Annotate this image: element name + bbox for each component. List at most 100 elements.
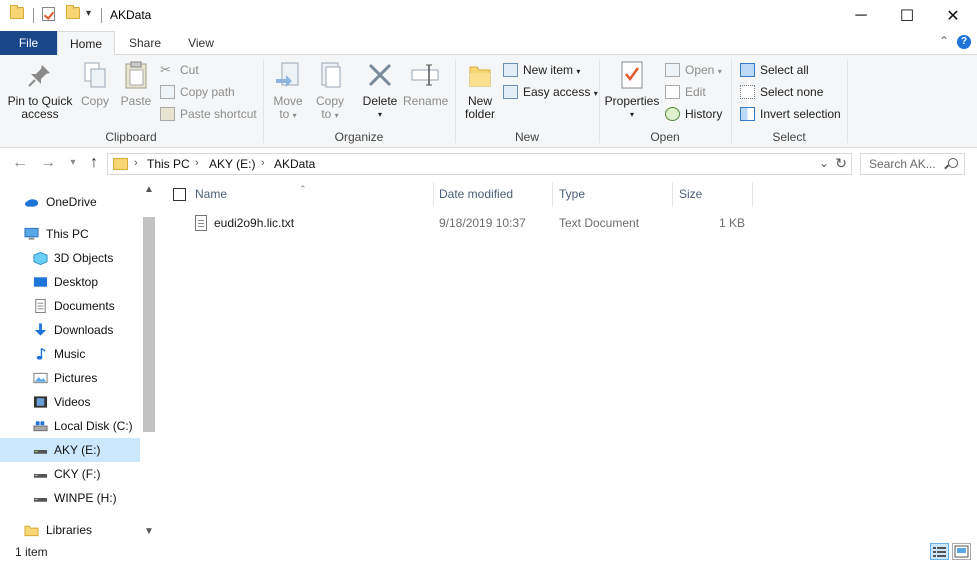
address-dropdown-chevron-icon[interactable]: ⌄ bbox=[819, 156, 829, 170]
large-icons-view-icon[interactable] bbox=[952, 543, 971, 560]
column-divider[interactable] bbox=[752, 182, 753, 207]
separator bbox=[33, 8, 34, 23]
properties-button[interactable]: Properties ▾ bbox=[604, 59, 660, 121]
copy-button[interactable]: Copy bbox=[78, 59, 112, 108]
address-bar[interactable]: › This PC › AKY (E:) › AKData ⌄ ↻ bbox=[107, 153, 852, 175]
minimize-button[interactable]: ─ bbox=[838, 0, 884, 31]
invert-selection-button[interactable]: Invert selection bbox=[740, 105, 841, 123]
scroll-down-arrow-icon[interactable]: ▼ bbox=[141, 526, 157, 537]
navigation-scrollbar[interactable]: ▲ ▼ bbox=[141, 180, 157, 540]
easy-access-label: Easy access bbox=[523, 85, 591, 99]
select-all-checkbox[interactable] bbox=[173, 188, 186, 201]
sidebar-item-this-pc[interactable]: This PC bbox=[0, 222, 140, 246]
column-divider[interactable] bbox=[433, 182, 434, 207]
sidebar-item-downloads[interactable]: Downloads bbox=[0, 318, 140, 342]
column-header-size[interactable]: Size bbox=[679, 186, 702, 202]
group-label-select: Select bbox=[772, 130, 806, 144]
move-to-icon bbox=[272, 59, 304, 91]
forward-arrow-icon[interactable]: → bbox=[38, 154, 58, 172]
drive-icon bbox=[33, 450, 48, 454]
libraries-icon bbox=[24, 525, 39, 537]
delete-label: Delete bbox=[362, 94, 398, 108]
sidebar-item-aky-e[interactable]: AKY (E:) bbox=[0, 438, 140, 462]
sidebar-item-videos[interactable]: Videos bbox=[0, 390, 140, 414]
ribbon-tabs: File Home Share View ⌃ ? bbox=[0, 31, 977, 56]
copy-icon bbox=[79, 59, 111, 91]
sidebar-item-cky-f[interactable]: CKY (F:) bbox=[0, 462, 140, 486]
collapse-ribbon-icon[interactable]: ⌃ bbox=[939, 34, 949, 48]
scrollbar-thumb[interactable] bbox=[143, 217, 155, 432]
tab-file[interactable]: File bbox=[0, 31, 57, 55]
music-icon bbox=[36, 347, 46, 360]
open-button[interactable]: Open ▾ bbox=[665, 61, 722, 79]
breadcrumb-chevron-icon[interactable]: › bbox=[261, 157, 265, 169]
breadcrumb-aky-e[interactable]: AKY (E:) bbox=[209, 157, 255, 171]
sidebar-item-pictures[interactable]: Pictures bbox=[0, 366, 140, 390]
download-icon bbox=[34, 323, 47, 336]
tab-home[interactable]: Home bbox=[57, 31, 115, 56]
column-header-name[interactable]: Name ⌃ bbox=[195, 184, 307, 202]
group-label-clipboard: Clipboard bbox=[105, 130, 157, 144]
refresh-icon[interactable]: ↻ bbox=[835, 155, 847, 172]
column-header-date-modified[interactable]: Date modified bbox=[439, 186, 513, 202]
new-item-button[interactable]: New item ▾ bbox=[503, 61, 580, 79]
cube-icon bbox=[33, 251, 48, 265]
select-none-label: Select none bbox=[760, 85, 824, 99]
breadcrumb-chevron-icon[interactable]: › bbox=[134, 157, 138, 169]
column-header-type[interactable]: Type bbox=[559, 186, 585, 202]
delete-button[interactable]: Delete ▾ bbox=[360, 59, 400, 121]
breadcrumb-akdata[interactable]: AKData bbox=[274, 157, 315, 171]
sidebar-item-documents[interactable]: Documents bbox=[0, 294, 140, 318]
search-box[interactable]: Search AK... bbox=[860, 153, 965, 175]
select-all-button[interactable]: Select all bbox=[740, 61, 809, 79]
cut-button[interactable]: ✂ Cut bbox=[160, 61, 199, 79]
recent-locations-chevron-icon[interactable]: ▾ bbox=[63, 157, 83, 168]
sidebar-item-local-disk-c[interactable]: Local Disk (C:) bbox=[0, 414, 140, 438]
sidebar-item-libraries[interactable]: Libraries bbox=[0, 518, 140, 542]
maximize-button[interactable]: ☐ bbox=[884, 0, 930, 31]
sidebar-item-winpe-h[interactable]: WINPE (H:) bbox=[0, 486, 140, 510]
copy-to-button[interactable]: Copy to ▾ bbox=[312, 59, 348, 122]
properties-icon bbox=[616, 59, 648, 91]
new-folder-button[interactable]: New folder bbox=[460, 59, 500, 121]
history-icon bbox=[665, 107, 680, 121]
up-arrow-icon[interactable]: ↑ bbox=[84, 154, 104, 172]
tab-view[interactable]: View bbox=[175, 31, 227, 55]
scroll-up-arrow-icon[interactable]: ▲ bbox=[141, 184, 157, 195]
pin-to-quick-access-button[interactable]: Pin to Quick access bbox=[5, 59, 75, 121]
history-button[interactable]: History bbox=[665, 105, 722, 123]
sidebar-item-onedrive[interactable]: OneDrive bbox=[0, 190, 140, 214]
item-count: 1 item bbox=[15, 545, 48, 559]
tab-share[interactable]: Share bbox=[118, 31, 172, 55]
file-size: 1 KB bbox=[718, 216, 745, 230]
customize-quick-access-icon[interactable]: ▾ bbox=[86, 8, 91, 19]
properties-check-icon[interactable] bbox=[42, 7, 55, 21]
move-to-button[interactable]: Move to ▾ bbox=[270, 59, 306, 122]
close-button[interactable]: ✕ bbox=[930, 0, 976, 31]
help-icon[interactable]: ? bbox=[957, 35, 971, 49]
clipboard-icon bbox=[120, 59, 152, 91]
paste-shortcut-button[interactable]: Paste shortcut bbox=[160, 105, 257, 123]
select-none-button[interactable]: Select none bbox=[740, 83, 823, 101]
paste-button[interactable]: Paste bbox=[118, 59, 154, 108]
breadcrumb-this-pc[interactable]: This PC bbox=[147, 157, 190, 171]
sidebar-item-3d-objects[interactable]: 3D Objects bbox=[0, 246, 140, 270]
search-input[interactable]: Search AK... bbox=[869, 157, 936, 171]
file-name[interactable]: eudi2o9h.lic.txt bbox=[214, 212, 294, 234]
sidebar-item-music[interactable]: Music bbox=[0, 342, 140, 366]
back-arrow-icon[interactable]: ← bbox=[10, 154, 30, 172]
breadcrumb-chevron-icon[interactable]: › bbox=[195, 157, 199, 169]
rename-button[interactable]: Rename bbox=[403, 59, 448, 108]
edit-button[interactable]: Edit bbox=[665, 83, 706, 101]
details-view-icon[interactable] bbox=[930, 543, 949, 560]
column-divider[interactable] bbox=[552, 182, 553, 207]
window-title: AKData bbox=[110, 8, 152, 22]
table-row[interactable]: eudi2o9h.lic.txt 9/18/2019 10:37 Text Do… bbox=[157, 212, 757, 234]
sidebar-item-desktop[interactable]: Desktop bbox=[0, 270, 140, 294]
new-folder-icon[interactable] bbox=[66, 5, 80, 19]
drive-icon bbox=[33, 498, 48, 502]
easy-access-button[interactable]: Easy access ▾ bbox=[503, 83, 598, 101]
paste-label: Paste bbox=[120, 94, 152, 108]
column-divider[interactable] bbox=[672, 182, 673, 207]
copy-path-button[interactable]: Copy path bbox=[160, 83, 235, 101]
